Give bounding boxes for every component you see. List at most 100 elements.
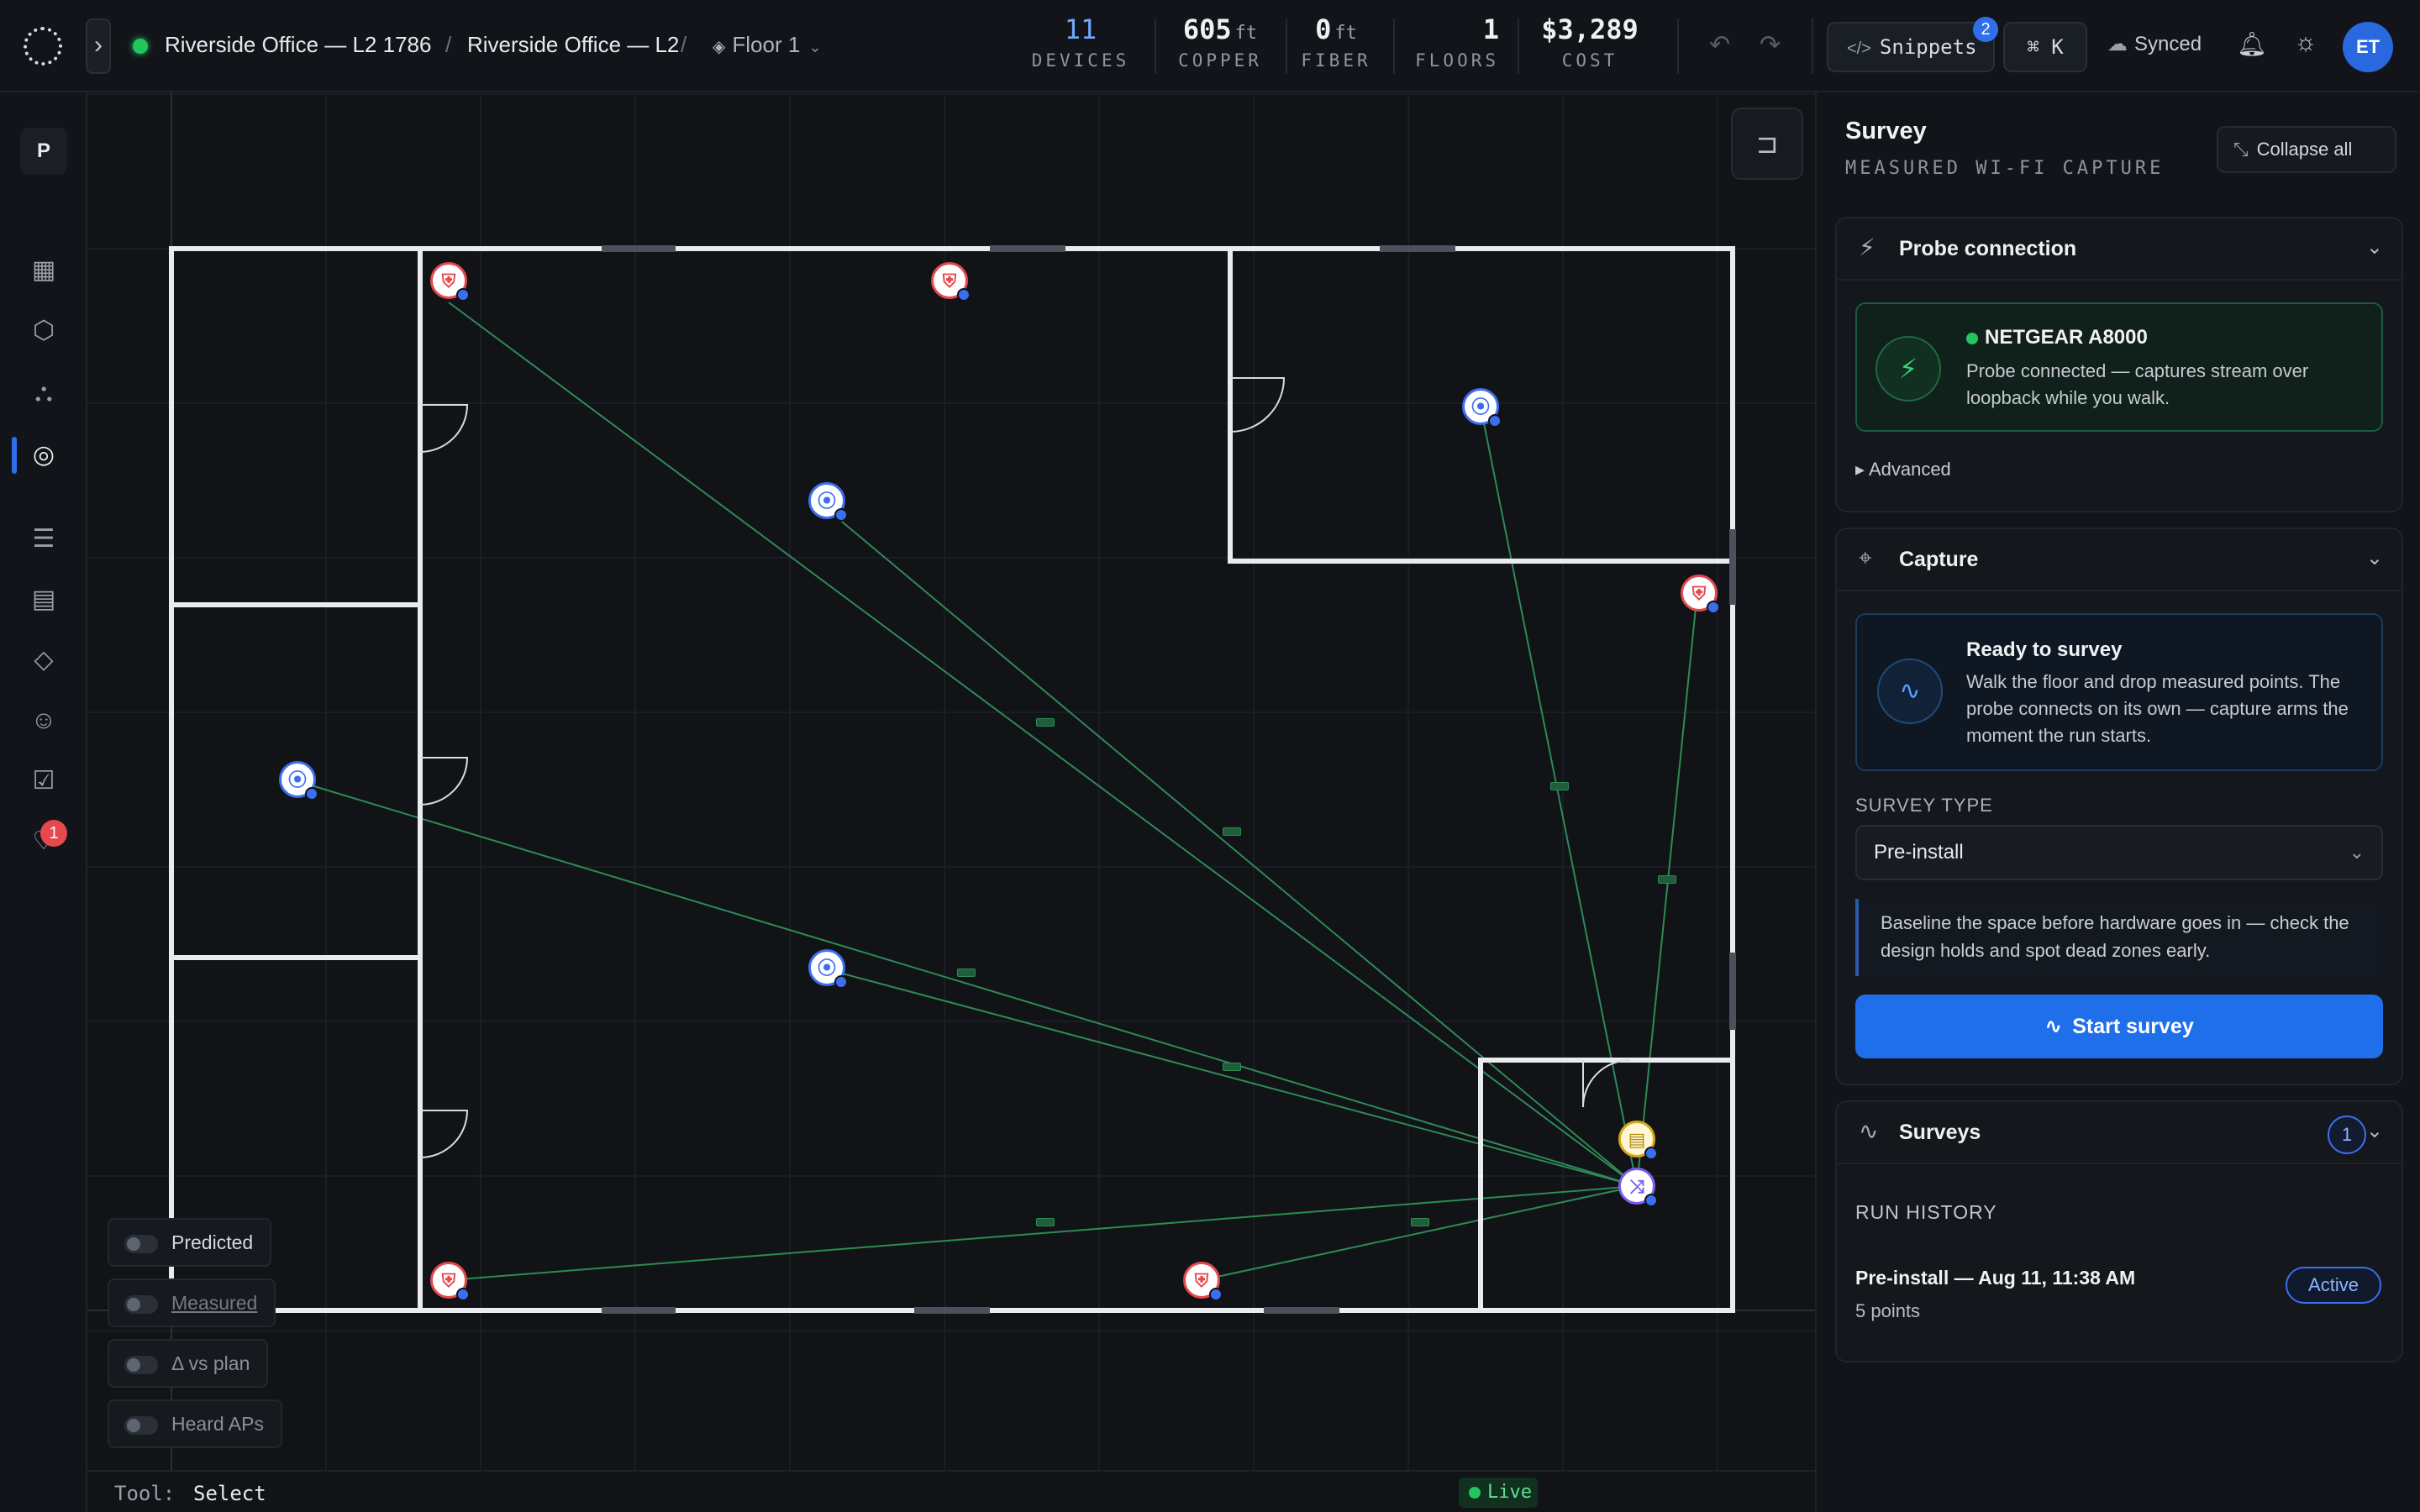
cable-length-marker[interactable] xyxy=(1411,1218,1429,1226)
theme-toggle-sun-icon[interactable]: ☼ xyxy=(2294,29,2317,57)
stat-copper: 605 ft COPPER xyxy=(1168,10,1272,82)
access-point-device[interactable]: ⦿ xyxy=(279,761,318,801)
section-title: Capture xyxy=(1899,548,1979,571)
overlay-toggle-label: Δ vs plan xyxy=(171,1352,250,1374)
cable-length-marker[interactable] xyxy=(1550,782,1569,790)
grid-icon[interactable]: ▦ xyxy=(25,252,62,289)
access-point-device[interactable]: ⦿ xyxy=(808,949,848,989)
chevron-down-icon[interactable]: ⌄ xyxy=(2366,235,2383,260)
probe-connection-header[interactable]: ⚡︎ Probe connection ⌄ xyxy=(1837,218,2402,281)
cube-icon[interactable]: ⬡ xyxy=(25,312,62,349)
firewall-device[interactable]: ⛨ xyxy=(931,262,971,302)
left-nav-rail: P ▦ ⬡ ⛬ ◎ ☰ ▤ ◇ ☺ ☑ ♡ 1 xyxy=(0,92,87,1512)
chevron-down-icon: ⌄ xyxy=(2349,842,2365,863)
device-status-dot xyxy=(834,508,848,522)
cable-run xyxy=(297,780,1638,1187)
snippets-button[interactable]: </> Snippets xyxy=(1827,22,1995,72)
probe-status-card: ⚡︎ NETGEAR A8000 Probe connected — captu… xyxy=(1855,302,2383,432)
breadcrumb-project[interactable]: Riverside Office — L2 17864f xyxy=(165,32,432,58)
live-status-badge: Live xyxy=(1459,1478,1538,1508)
survey-run-status-badge: Active xyxy=(2286,1267,2381,1304)
surveys-count-badge: 1 xyxy=(2328,1116,2366,1154)
team-icon[interactable]: ☺ xyxy=(25,702,62,739)
toggle-switch[interactable] xyxy=(124,1415,158,1435)
wifi-survey-icon[interactable]: ◎ xyxy=(25,437,62,474)
sync-status[interactable]: ☁ Synced xyxy=(2107,32,2202,56)
breadcrumb-site[interactable]: Riverside Office — L2 xyxy=(467,32,679,58)
cable-length-marker[interactable] xyxy=(1223,827,1241,836)
advanced-settings-toggle[interactable]: ▸ Advanced xyxy=(1855,459,1951,480)
stat-divider xyxy=(1677,18,1679,74)
door-swing xyxy=(1229,377,1286,433)
chevron-down-icon[interactable]: ⌄ xyxy=(2366,546,2383,570)
capture-header[interactable]: ⌖ Capture ⌄ xyxy=(1837,529,2402,591)
door-swing xyxy=(419,404,469,453)
toggle-switch[interactable] xyxy=(124,1355,158,1374)
toggle-switch[interactable] xyxy=(124,1294,158,1314)
toggle-switch[interactable] xyxy=(124,1234,158,1253)
expand-sidebar-button[interactable]: › xyxy=(86,18,111,74)
tag-icon[interactable]: ◇ xyxy=(25,642,62,679)
device-status-dot xyxy=(456,1288,470,1301)
cable-length-marker[interactable] xyxy=(957,969,976,977)
cable-length-marker[interactable] xyxy=(1036,1218,1055,1226)
user-avatar[interactable]: ET xyxy=(2343,22,2393,72)
firewall-device[interactable]: ⛨ xyxy=(430,262,470,302)
stat-devices: 11 DEVICES xyxy=(1028,10,1133,82)
stat-fiber: 0 ft FIBER xyxy=(1294,10,1378,82)
topology-icon[interactable]: ⛬ xyxy=(25,375,62,412)
stat-value: $3,289 xyxy=(1541,13,1639,45)
section-title: Surveys xyxy=(1899,1121,1981,1144)
clipboard-icon[interactable]: ☑ xyxy=(25,763,62,800)
command-palette-button[interactable]: ⌘ K xyxy=(2003,22,2087,72)
stat-label: FIBER xyxy=(1301,50,1371,71)
device-status-dot xyxy=(456,288,470,302)
overlay-toggle-heard-aps[interactable]: Heard APs xyxy=(108,1399,282,1448)
overlay-toggle-measured[interactable]: Measured xyxy=(108,1278,276,1327)
chevron-down-icon[interactable]: ⌄ xyxy=(2366,1119,2383,1143)
toggle-panel-icon[interactable]: ⊐ xyxy=(1731,108,1803,180)
start-survey-button[interactable]: ∿ Start survey xyxy=(1855,995,2383,1058)
overlay-toggle-delta-vs-plan[interactable]: Δ vs plan xyxy=(108,1339,269,1388)
cable-length-marker[interactable] xyxy=(1036,718,1055,727)
redo-icon[interactable]: ↷ xyxy=(1760,30,1781,60)
cable-length-marker[interactable] xyxy=(1223,1063,1241,1071)
chevron-down-icon: ⌄ xyxy=(808,39,822,55)
firewall-device[interactable]: ⛨ xyxy=(1183,1262,1223,1301)
survey-type-value: Pre-install xyxy=(1874,841,1964,864)
cable-run xyxy=(1636,591,1698,1187)
access-point-device[interactable]: ⦿ xyxy=(808,482,848,522)
switch-device[interactable]: ⤨ xyxy=(1618,1168,1658,1207)
device-status-dot xyxy=(957,288,971,302)
surveys-section: ∿ Surveys 1 ⌄ RUN HISTORY Pre-install — … xyxy=(1835,1100,2403,1362)
access-point-device[interactable]: ⦿ xyxy=(1462,388,1502,428)
survey-type-select[interactable]: Pre-install ⌄ xyxy=(1855,825,2383,880)
overlay-toggle-predicted[interactable]: Predicted xyxy=(108,1218,272,1267)
run-history-label: RUN HISTORY xyxy=(1855,1201,1997,1223)
surveys-header[interactable]: ∿ Surveys 1 ⌄ xyxy=(1837,1102,2402,1164)
code-icon: </> xyxy=(1847,39,1871,58)
stat-value: 11 xyxy=(1064,13,1097,45)
project-switcher[interactable]: P xyxy=(20,128,67,175)
app-logo-icon[interactable] xyxy=(24,27,62,66)
stat-label: COPPER xyxy=(1178,50,1262,71)
floor-plan-canvas[interactable]: ⛨ ⛨ ⦿ ⦿ ⛨ ⦿ ⦿ ▤ ⤨ ⛨ ⛨ ⊐ xyxy=(87,92,1815,1470)
stat-value: 1 xyxy=(1482,13,1499,45)
collapse-all-button[interactable]: ⤡ Collapse all xyxy=(2217,126,2396,173)
route-icon: ∿ xyxy=(1877,659,1943,724)
undo-icon[interactable]: ↶ xyxy=(1709,30,1730,60)
firewall-device[interactable]: ⛨ xyxy=(1681,575,1720,614)
door-swing xyxy=(1582,1059,1631,1108)
rack-device[interactable]: ▤ xyxy=(1618,1121,1658,1160)
firewall-device[interactable]: ⛨ xyxy=(430,1262,470,1301)
floor-selector[interactable]: ◈ Floor 1 ⌄ xyxy=(713,32,821,58)
list-icon[interactable]: ☰ xyxy=(25,521,62,558)
device-status-dot xyxy=(1209,1288,1223,1301)
survey-run-title[interactable]: Pre-install — Aug 11, 11:38 AM xyxy=(1855,1267,2135,1289)
connection-status-dot xyxy=(133,39,148,54)
floor-selector-label: Floor 1 xyxy=(732,32,801,57)
document-icon[interactable]: ▤ xyxy=(25,581,62,618)
cable-length-marker[interactable] xyxy=(1658,875,1676,884)
notifications-bell-icon[interactable]: 🔔︎ xyxy=(2237,30,2267,58)
snippets-count-badge: 2 xyxy=(1973,17,1998,42)
